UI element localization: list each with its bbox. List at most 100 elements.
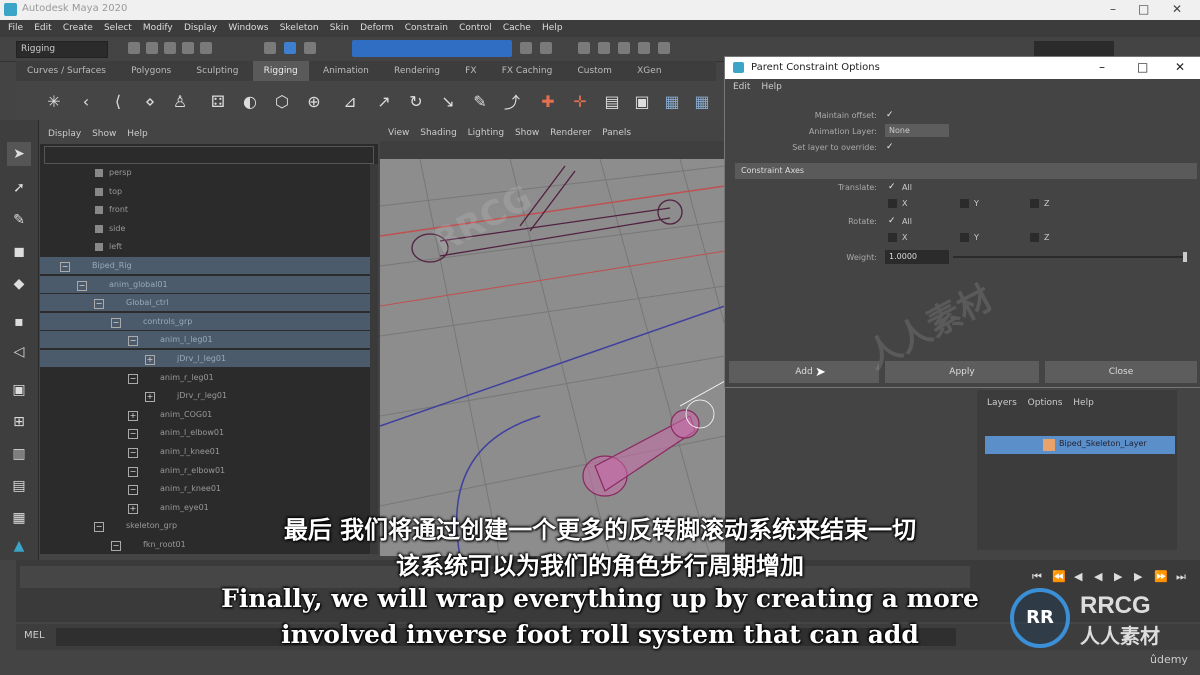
lasso-tool-icon[interactable]: ➚ bbox=[7, 176, 31, 200]
outliner-menu-help[interactable]: Help bbox=[127, 129, 148, 139]
tab-rendering[interactable]: Rendering bbox=[383, 61, 451, 81]
locator-snap-icon[interactable]: ✛ bbox=[568, 89, 592, 113]
expand-toggle-icon[interactable]: − bbox=[128, 429, 138, 440]
layer-menu-layers[interactable]: Layers bbox=[987, 398, 1017, 408]
dialog-menu-edit[interactable]: Edit bbox=[733, 82, 750, 92]
dialog-maximize-button[interactable]: □ bbox=[1137, 60, 1148, 74]
menu-skeleton[interactable]: Skeleton bbox=[280, 20, 319, 37]
layer-row[interactable]: Biped_Skeleton_Layer bbox=[985, 436, 1175, 454]
menu-constrain[interactable]: Constrain bbox=[405, 20, 448, 37]
outliner-menu-display[interactable]: Display bbox=[48, 129, 81, 139]
select-object-icon[interactable] bbox=[284, 42, 296, 54]
menu-display[interactable]: Display bbox=[184, 20, 217, 37]
selection-mask-bar[interactable] bbox=[352, 40, 512, 57]
translate-y-checkbox[interactable] bbox=[960, 199, 969, 208]
expand-toggle-icon[interactable]: + bbox=[145, 392, 155, 403]
weight-slider-handle[interactable] bbox=[1183, 252, 1187, 262]
outliner-item[interactable]: − Biped_Rig bbox=[40, 257, 370, 274]
expand-toggle-icon[interactable]: − bbox=[60, 262, 70, 272]
translate-all-checkbox[interactable]: ✓ bbox=[888, 183, 897, 192]
outliner-item[interactable]: persp bbox=[40, 164, 370, 181]
snap-surface-icon[interactable] bbox=[658, 42, 670, 54]
menu-cache[interactable]: Cache bbox=[503, 20, 531, 37]
joint-tool-icon[interactable]: ✳ bbox=[42, 89, 66, 113]
viewport-scene[interactable] bbox=[380, 126, 725, 556]
snap-grid-icon[interactable] bbox=[578, 42, 590, 54]
viewport-panel[interactable]: View Shading Lighting Show Renderer Pane… bbox=[380, 126, 725, 556]
expand-toggle-icon[interactable]: + bbox=[145, 355, 155, 365]
expand-toggle-icon[interactable]: − bbox=[128, 373, 138, 384]
menu-set-dropdown[interactable]: Rigging bbox=[16, 41, 108, 58]
select-hierarchy-icon[interactable] bbox=[264, 42, 276, 54]
tab-fx[interactable]: FX bbox=[454, 61, 487, 81]
viewport-menu-renderer[interactable]: Renderer bbox=[550, 128, 591, 138]
rotate-z-checkbox[interactable] bbox=[1030, 233, 1039, 242]
shelf-cp-icon[interactable]: ▣ bbox=[630, 89, 654, 113]
new-scene-icon[interactable] bbox=[128, 42, 140, 54]
outliner-item[interactable]: + jDrv_r_leg01 bbox=[40, 387, 370, 404]
outliner-item[interactable]: − anim_r_leg01 bbox=[40, 369, 370, 386]
locator-icon[interactable]: ✚ bbox=[536, 89, 560, 113]
menu-file[interactable]: File bbox=[8, 20, 23, 37]
two-view-icon[interactable]: ▥ bbox=[7, 442, 31, 466]
rotate-x-checkbox[interactable] bbox=[888, 233, 897, 242]
outliner-item[interactable]: − anim_global01 bbox=[40, 275, 370, 293]
tab-polygons[interactable]: Polygons bbox=[120, 61, 182, 81]
scale-tool-icon[interactable]: ▪ bbox=[7, 310, 31, 334]
viewport-menu-view[interactable]: View bbox=[388, 128, 409, 138]
outliner-item[interactable]: + jDrv_l_leg01 bbox=[40, 350, 370, 367]
input-line-field[interactable] bbox=[1034, 41, 1114, 56]
humanik-icon[interactable]: ♙ bbox=[168, 89, 192, 113]
constraint-axes-section[interactable]: Constraint Axes bbox=[735, 163, 1197, 179]
outliner-item[interactable]: − controls_grp bbox=[40, 312, 370, 330]
outliner-item[interactable]: − anim_l_knee01 bbox=[40, 443, 370, 460]
expand-toggle-icon[interactable]: − bbox=[111, 317, 121, 328]
expand-toggle-icon[interactable]: − bbox=[128, 336, 138, 347]
outliner-item[interactable]: − anim_l_leg01 bbox=[40, 331, 370, 349]
lock-selection-icon[interactable] bbox=[520, 42, 532, 54]
menu-skin[interactable]: Skin bbox=[330, 20, 349, 37]
parent-constraint-icon[interactable]: ✎ bbox=[468, 89, 492, 113]
dialog-close-icon[interactable]: ✕ bbox=[1175, 60, 1185, 74]
save-scene-icon[interactable] bbox=[164, 42, 176, 54]
tab-xgen[interactable]: XGen bbox=[626, 61, 672, 81]
redo-icon[interactable] bbox=[200, 42, 212, 54]
minimize-button[interactable]: – bbox=[1110, 2, 1116, 16]
highlight-selection-icon[interactable] bbox=[540, 42, 552, 54]
weight-slider-track[interactable] bbox=[953, 256, 1185, 258]
expand-toggle-icon[interactable]: − bbox=[128, 485, 138, 496]
outliner-item[interactable]: − anim_r_elbow01 bbox=[40, 462, 370, 479]
menu-deform[interactable]: Deform bbox=[360, 20, 393, 37]
layer-menu-options[interactable]: Options bbox=[1028, 398, 1063, 408]
outliner-scrollbar[interactable] bbox=[370, 164, 378, 554]
viewport-menu-panels[interactable]: Panels bbox=[602, 128, 631, 138]
shelf-script-icon[interactable]: ▤ bbox=[600, 89, 624, 113]
menu-create[interactable]: Create bbox=[63, 20, 93, 37]
select-tool-icon[interactable]: ➤ bbox=[7, 142, 31, 166]
dialog-minimize-button[interactable]: – bbox=[1099, 60, 1105, 74]
translate-x-checkbox[interactable] bbox=[888, 199, 897, 208]
expand-toggle-icon[interactable]: − bbox=[94, 299, 104, 310]
viewport-toolbar[interactable] bbox=[380, 141, 725, 159]
translate-z-checkbox[interactable] bbox=[1030, 199, 1039, 208]
close-button[interactable]: Close bbox=[1045, 361, 1197, 383]
last-tool-icon[interactable]: ◁ bbox=[7, 340, 31, 364]
layer-menu-help[interactable]: Help bbox=[1073, 398, 1094, 408]
expand-toggle-icon[interactable]: − bbox=[128, 448, 138, 458]
paint-select-icon[interactable]: ✎ bbox=[7, 208, 31, 232]
snap-curve-icon[interactable] bbox=[598, 42, 610, 54]
bind-skin-icon[interactable]: ⚃ bbox=[206, 89, 230, 113]
outliner-item[interactable]: − anim_r_knee01 bbox=[40, 480, 370, 497]
apply-button[interactable]: Apply bbox=[885, 361, 1039, 383]
aim-constraint-icon[interactable]: ↗ bbox=[372, 89, 396, 113]
outliner-item[interactable]: − Global_ctrl bbox=[40, 294, 370, 312]
layer-color-swatch[interactable] bbox=[1043, 439, 1055, 451]
snap-point-icon[interactable] bbox=[618, 42, 630, 54]
shelf-script-2-icon[interactable]: ▦ bbox=[660, 89, 684, 113]
menu-help[interactable]: Help bbox=[542, 20, 563, 37]
tab-animation[interactable]: Animation bbox=[312, 61, 380, 81]
viewport-menu-show[interactable]: Show bbox=[515, 128, 539, 138]
rotate-y-checkbox[interactable] bbox=[960, 233, 969, 242]
rotate-all-checkbox[interactable]: ✓ bbox=[888, 217, 897, 226]
point-constraint-icon[interactable]: ⊿ bbox=[338, 89, 362, 113]
